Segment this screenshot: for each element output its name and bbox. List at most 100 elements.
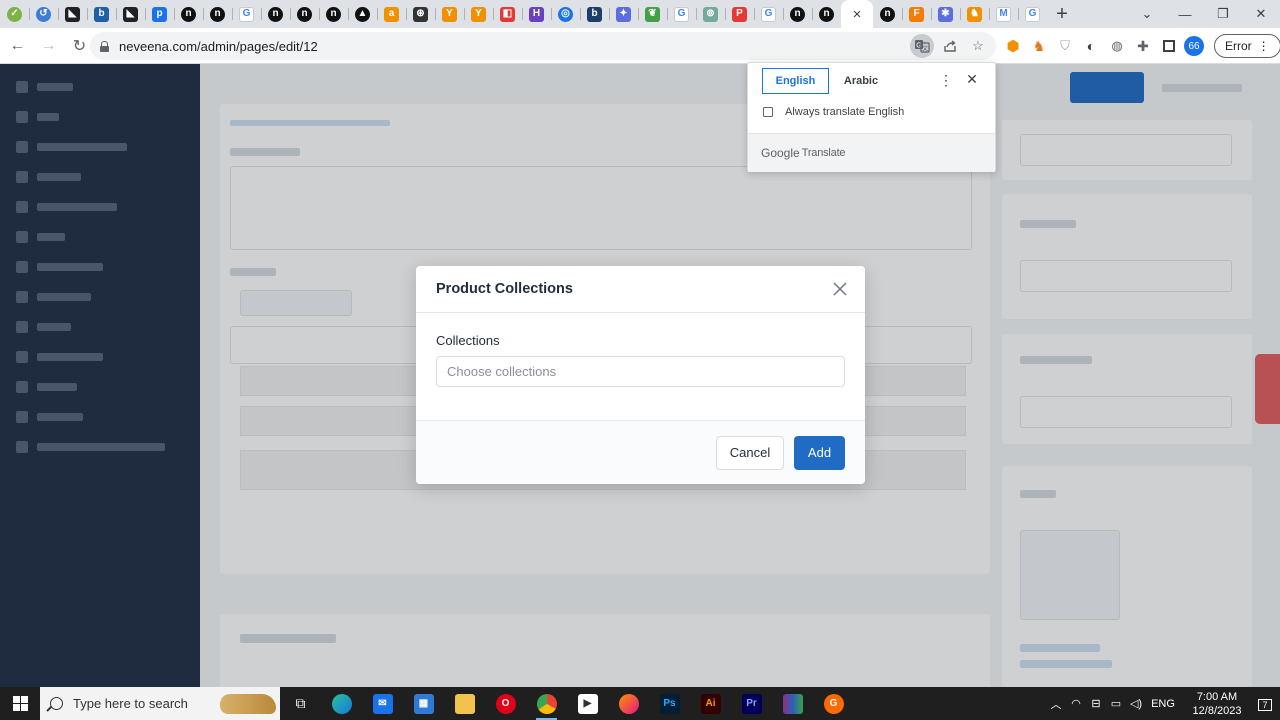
circle-extension-icon[interactable]: ◐ — [1080, 35, 1102, 57]
notification-count: 7 — [1258, 698, 1272, 711]
side-panel-icon[interactable] — [1158, 35, 1180, 57]
file-explorer-icon[interactable] — [444, 687, 485, 720]
cancel-button[interactable]: Cancel — [716, 435, 784, 470]
input-language[interactable]: ENG — [1146, 698, 1180, 710]
add-button[interactable]: Add — [794, 435, 845, 470]
n-site-icon: n — [880, 6, 895, 22]
browser-tab[interactable]: n — [203, 0, 232, 28]
close-icon[interactable] — [829, 278, 851, 300]
clock[interactable]: 7:00 AM 12/8/2023 — [1184, 690, 1250, 718]
browser-tab[interactable]: b — [580, 0, 609, 28]
forward-icon[interactable]: → — [35, 32, 62, 60]
minimize-icon[interactable]: — — [1166, 7, 1204, 22]
hexagon-extension-icon[interactable]: ⬢ — [1002, 35, 1024, 57]
browser-tab[interactable]: Y — [464, 0, 493, 28]
browser-tab[interactable]: Y — [435, 0, 464, 28]
browser-tab[interactable]: n — [174, 0, 203, 28]
browser-tab[interactable]: ◣ — [58, 0, 87, 28]
task-view-icon[interactable]: ⧉ — [280, 687, 321, 720]
network-icon[interactable]: ⊟ — [1086, 697, 1106, 710]
browser-tab[interactable]: n — [873, 0, 902, 28]
collections-select-input[interactable] — [436, 356, 845, 387]
shield-extension-icon[interactable]: ⛉ — [1054, 35, 1076, 57]
close-translate-icon[interactable]: ✕ — [964, 71, 980, 89]
wifi-icon[interactable]: ◠ — [1066, 697, 1086, 710]
always-translate-label: Always translate English — [785, 106, 905, 118]
notification-center-icon[interactable]: 7 — [1250, 697, 1280, 711]
browser-tab[interactable]: ⊚ — [696, 0, 725, 28]
orange-app-icon[interactable]: G — [813, 687, 854, 720]
browser-tab[interactable]: ▲ — [348, 0, 377, 28]
photoshop-icon[interactable]: Ps — [649, 687, 690, 720]
browser-tab[interactable]: G — [754, 0, 783, 28]
maximize-icon[interactable]: ❐ — [1204, 6, 1242, 22]
source-language-tab[interactable]: English — [762, 68, 829, 94]
browser-tab[interactable]: ❦ — [638, 0, 667, 28]
browser-tab[interactable]: ✱ — [931, 0, 960, 28]
browser-tab[interactable]: ⊛ — [406, 0, 435, 28]
browser-tab[interactable]: ↺ — [29, 0, 58, 28]
browser-tab[interactable]: P — [725, 0, 754, 28]
store-icon[interactable]: ▦ — [403, 687, 444, 720]
opera-icon[interactable]: O — [485, 687, 526, 720]
browser-tab[interactable]: ♞ — [960, 0, 989, 28]
new-tab-button[interactable]: + — [1047, 0, 1077, 28]
chrome-icon[interactable] — [526, 687, 567, 720]
reload-icon[interactable]: ↻ — [66, 32, 93, 60]
battery-icon[interactable]: ▭ — [1106, 697, 1126, 710]
address-bar[interactable]: neveena.com/admin/pages/edit/12 G文 ☆ — [90, 32, 996, 60]
translate-icon[interactable]: G文 — [910, 34, 934, 58]
always-translate-row[interactable]: Always translate English — [763, 106, 904, 118]
volume-icon[interactable]: ◁) — [1126, 697, 1146, 710]
browser-tab[interactable]: ✦ — [609, 0, 638, 28]
mail-icon[interactable]: ✉ — [362, 687, 403, 720]
browser-tab[interactable]: ◎ — [551, 0, 580, 28]
error-button[interactable]: Error ⋮ — [1214, 34, 1280, 58]
browser-tab[interactable]: G — [232, 0, 261, 28]
url-text[interactable]: neveena.com/admin/pages/edit/12 — [119, 39, 318, 54]
browser-tab[interactable]: ✓ — [0, 0, 29, 28]
browser-tab[interactable]: M — [989, 0, 1018, 28]
show-hidden-icons-icon[interactable]: ︿ — [1046, 696, 1066, 712]
browser-tab[interactable]: a — [377, 0, 406, 28]
browser-tab[interactable]: n — [783, 0, 812, 28]
browser-tab[interactable]: G — [1018, 0, 1047, 28]
lock-icon[interactable] — [100, 40, 109, 52]
browser-tab-strip: ✓ ↺ ◣ b ◣ p n n Gn n n ▲ a ⊛ Y Y ◧ H ◎ b ✦ ❦ G ⊚ P Gn n × n F ✱ ♞ M G +… — [0, 0, 1280, 28]
browser-tab[interactable]: b — [87, 0, 116, 28]
profile-avatar[interactable]: 66 — [1184, 36, 1204, 56]
close-window-icon[interactable]: ✕ — [1242, 6, 1280, 22]
target-language-tab[interactable]: Arabic — [832, 68, 890, 94]
taskbar-search[interactable]: Type here to search — [40, 687, 280, 720]
browser-tab[interactable]: G — [667, 0, 696, 28]
close-tab-icon[interactable]: × — [853, 6, 862, 23]
browser-tab[interactable]: ◣ — [116, 0, 145, 28]
start-button[interactable] — [0, 687, 40, 720]
browser-tab[interactable]: n — [319, 0, 348, 28]
extensions-puzzle-icon[interactable]: ✚ — [1132, 35, 1154, 57]
browser-tab[interactable]: n — [290, 0, 319, 28]
browser-tab[interactable]: n — [812, 0, 841, 28]
search-highlight-image — [220, 694, 276, 714]
fox-extension-icon[interactable]: ♞ — [1028, 35, 1050, 57]
browser-tab[interactable]: p — [145, 0, 174, 28]
bookmark-star-icon[interactable]: ☆ — [966, 34, 990, 58]
browser-tab[interactable]: n — [261, 0, 290, 28]
share-icon[interactable] — [938, 34, 962, 58]
back-icon[interactable]: ← — [4, 32, 31, 60]
browser-tab[interactable]: ◧ — [493, 0, 522, 28]
premiere-icon[interactable]: Pr — [731, 687, 772, 720]
active-tab[interactable]: × — [841, 0, 873, 28]
firefox-icon[interactable] — [608, 687, 649, 720]
browser-tab[interactable]: H — [522, 0, 551, 28]
winrar-icon[interactable] — [772, 687, 813, 720]
always-translate-checkbox[interactable] — [763, 107, 773, 117]
vpn-extension-icon[interactable]: ◍ — [1106, 35, 1128, 57]
clock-time: 7:00 AM — [1196, 690, 1238, 703]
illustrator-icon[interactable]: Ai — [690, 687, 731, 720]
video-player-icon[interactable]: ▶ — [567, 687, 608, 720]
more-options-icon[interactable]: ⋮ — [938, 72, 954, 90]
browser-tab[interactable]: F — [902, 0, 931, 28]
edge-icon[interactable] — [321, 687, 362, 720]
tab-search-chevron-icon[interactable]: ⌄ — [1128, 6, 1166, 22]
